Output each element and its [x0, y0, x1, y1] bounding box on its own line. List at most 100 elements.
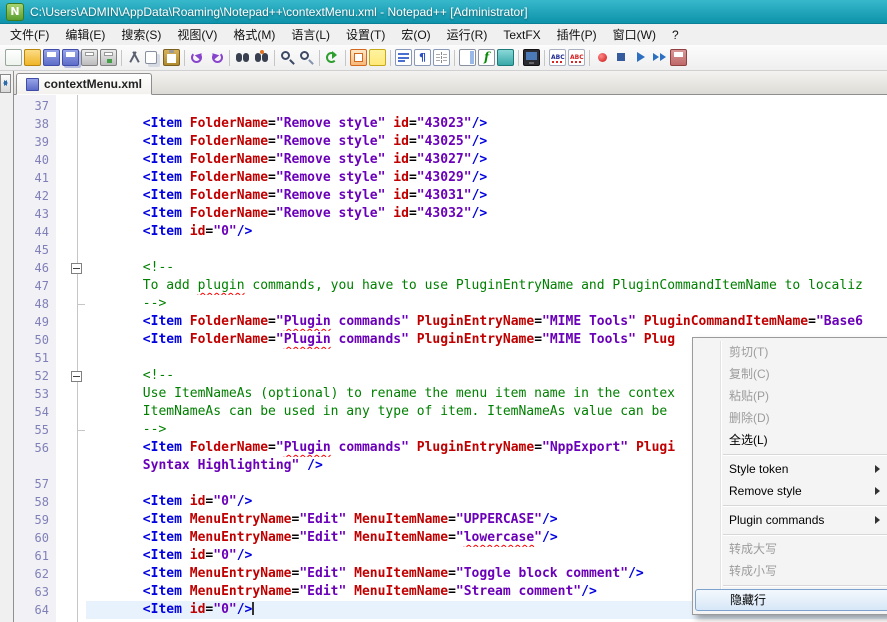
fold-margin[interactable]: [70, 97, 86, 115]
code-line-text[interactable]: <Item FolderName="Remove style" id="4302…: [86, 115, 887, 133]
line-number[interactable]: 62: [14, 565, 56, 583]
menubar-item-6[interactable]: 设置(T): [338, 24, 393, 45]
line-number[interactable]: 38: [14, 115, 56, 133]
fold-margin[interactable]: [70, 187, 86, 205]
bookmark-margin[interactable]: [56, 547, 70, 565]
bookmark-margin[interactable]: [56, 187, 70, 205]
macro-run-multi-icon[interactable]: [651, 49, 668, 66]
bookmark-margin[interactable]: [56, 403, 70, 421]
menubar-item-9[interactable]: TextFX: [495, 26, 548, 44]
line-number[interactable]: 55: [14, 421, 56, 439]
context-menu-item-cut[interactable]: 剪切(T): [695, 341, 887, 363]
bookmark-margin[interactable]: [56, 151, 70, 169]
new-file-icon[interactable]: [5, 49, 22, 66]
menubar-item-11[interactable]: 窗口(W): [605, 24, 664, 45]
line-number[interactable]: 63: [14, 583, 56, 601]
bookmark-margin[interactable]: [56, 277, 70, 295]
print-now-icon[interactable]: [100, 49, 117, 66]
code-line-text[interactable]: <Item FolderName="Plugin commands" Plugi…: [86, 313, 887, 331]
code-line-text[interactable]: <Item FolderName="Remove style" id="4303…: [86, 205, 887, 223]
redo-icon[interactable]: [208, 49, 225, 66]
open-folder-icon[interactable]: [24, 49, 41, 66]
line-number[interactable]: 47: [14, 277, 56, 295]
line-number[interactable]: 41: [14, 169, 56, 187]
fullscreen-icon[interactable]: [350, 49, 367, 66]
folder-workspace-icon[interactable]: [497, 49, 514, 66]
auto-spell-icon[interactable]: [568, 49, 585, 66]
fold-margin[interactable]: [70, 331, 86, 349]
menubar-item-2[interactable]: 搜索(S): [113, 24, 169, 45]
monitor-icon[interactable]: [523, 49, 540, 66]
context-menu-item-to-uppercase[interactable]: 转成大写: [695, 538, 887, 560]
bookmark-margin[interactable]: [56, 511, 70, 529]
line-number[interactable]: 43: [14, 205, 56, 223]
code-line-text[interactable]: <Item FolderName="Remove style" id="4302…: [86, 151, 887, 169]
menubar-item-8[interactable]: 运行(R): [439, 24, 496, 45]
bookmark-margin[interactable]: [56, 439, 70, 457]
context-menu-item-select-all[interactable]: 全选(L): [695, 429, 887, 451]
menubar-item-0[interactable]: 文件(F): [2, 24, 57, 45]
bookmark-margin[interactable]: [56, 115, 70, 133]
bookmark-margin[interactable]: [56, 529, 70, 547]
line-number[interactable]: 48: [14, 295, 56, 313]
menubar-item-10[interactable]: 插件(P): [549, 24, 605, 45]
macro-stop-icon[interactable]: [613, 49, 630, 66]
line-number[interactable]: 64: [14, 601, 56, 619]
fold-margin[interactable]: [70, 601, 86, 619]
bookmark-margin[interactable]: [56, 565, 70, 583]
bookmark-margin[interactable]: [56, 475, 70, 493]
bookmark-margin[interactable]: [56, 295, 70, 313]
line-number[interactable]: 51: [14, 349, 56, 367]
fold-margin[interactable]: [70, 367, 86, 385]
fold-margin[interactable]: [70, 259, 86, 277]
code-line-text[interactable]: <!--: [86, 259, 887, 277]
context-menu-item-copy[interactable]: 复制(C): [695, 363, 887, 385]
line-number[interactable]: 46: [14, 259, 56, 277]
context-menu-item-to-lowercase[interactable]: 转成小写: [695, 560, 887, 582]
menubar-item-3[interactable]: 视图(V): [169, 24, 225, 45]
bookmark-margin[interactable]: [56, 133, 70, 151]
tab-contextmenu-xml[interactable]: contextMenu.xml: [16, 73, 152, 95]
bookmark-margin[interactable]: [56, 97, 70, 115]
context-menu-item-plugin-commands[interactable]: Plugin commands: [695, 509, 887, 531]
fold-margin[interactable]: [70, 151, 86, 169]
bookmark-margin[interactable]: [56, 259, 70, 277]
fold-margin[interactable]: [70, 133, 86, 151]
code-line-text[interactable]: <Item FolderName="Remove style" id="4303…: [86, 187, 887, 205]
zoom-in-icon[interactable]: [279, 49, 296, 66]
fold-margin[interactable]: [70, 475, 86, 493]
word-wrap-icon[interactable]: [395, 49, 412, 66]
copy-icon[interactable]: [145, 51, 157, 64]
bookmark-margin[interactable]: [56, 583, 70, 601]
bookmark-margin[interactable]: [56, 601, 70, 619]
macro-play-icon[interactable]: [632, 49, 649, 66]
zoom-out-icon[interactable]: [298, 49, 315, 66]
line-number[interactable]: 42: [14, 187, 56, 205]
fold-margin[interactable]: [70, 439, 86, 457]
function-list-icon[interactable]: [478, 49, 495, 66]
spell-check-icon[interactable]: [549, 49, 566, 66]
fold-margin[interactable]: [70, 583, 86, 601]
line-number[interactable]: 52: [14, 367, 56, 385]
context-menu-item-hide-lines[interactable]: 隐藏行: [695, 589, 887, 611]
find-icon[interactable]: [234, 49, 251, 66]
fold-margin[interactable]: [70, 565, 86, 583]
line-number[interactable]: 53: [14, 385, 56, 403]
bookmark-margin[interactable]: [56, 349, 70, 367]
bookmark-margin[interactable]: [56, 421, 70, 439]
menubar-item-4[interactable]: 格式(M): [225, 24, 283, 45]
context-menu-item-paste[interactable]: 粘贴(P): [695, 385, 887, 407]
indent-guide-icon[interactable]: [433, 49, 450, 66]
fold-margin[interactable]: [70, 457, 86, 475]
refresh-icon[interactable]: [324, 49, 341, 66]
line-number[interactable]: 59: [14, 511, 56, 529]
fold-margin[interactable]: [70, 349, 86, 367]
dock-toggle-button[interactable]: [0, 74, 11, 93]
menubar-item-1[interactable]: 编辑(E): [57, 24, 113, 45]
fold-margin[interactable]: [70, 493, 86, 511]
save-icon[interactable]: [43, 49, 60, 66]
bookmark-margin[interactable]: [56, 313, 70, 331]
code-line-text[interactable]: [86, 97, 887, 115]
context-menu-item-remove-style[interactable]: Remove style: [695, 480, 887, 502]
context-menu-item-delete[interactable]: 删除(D): [695, 407, 887, 429]
